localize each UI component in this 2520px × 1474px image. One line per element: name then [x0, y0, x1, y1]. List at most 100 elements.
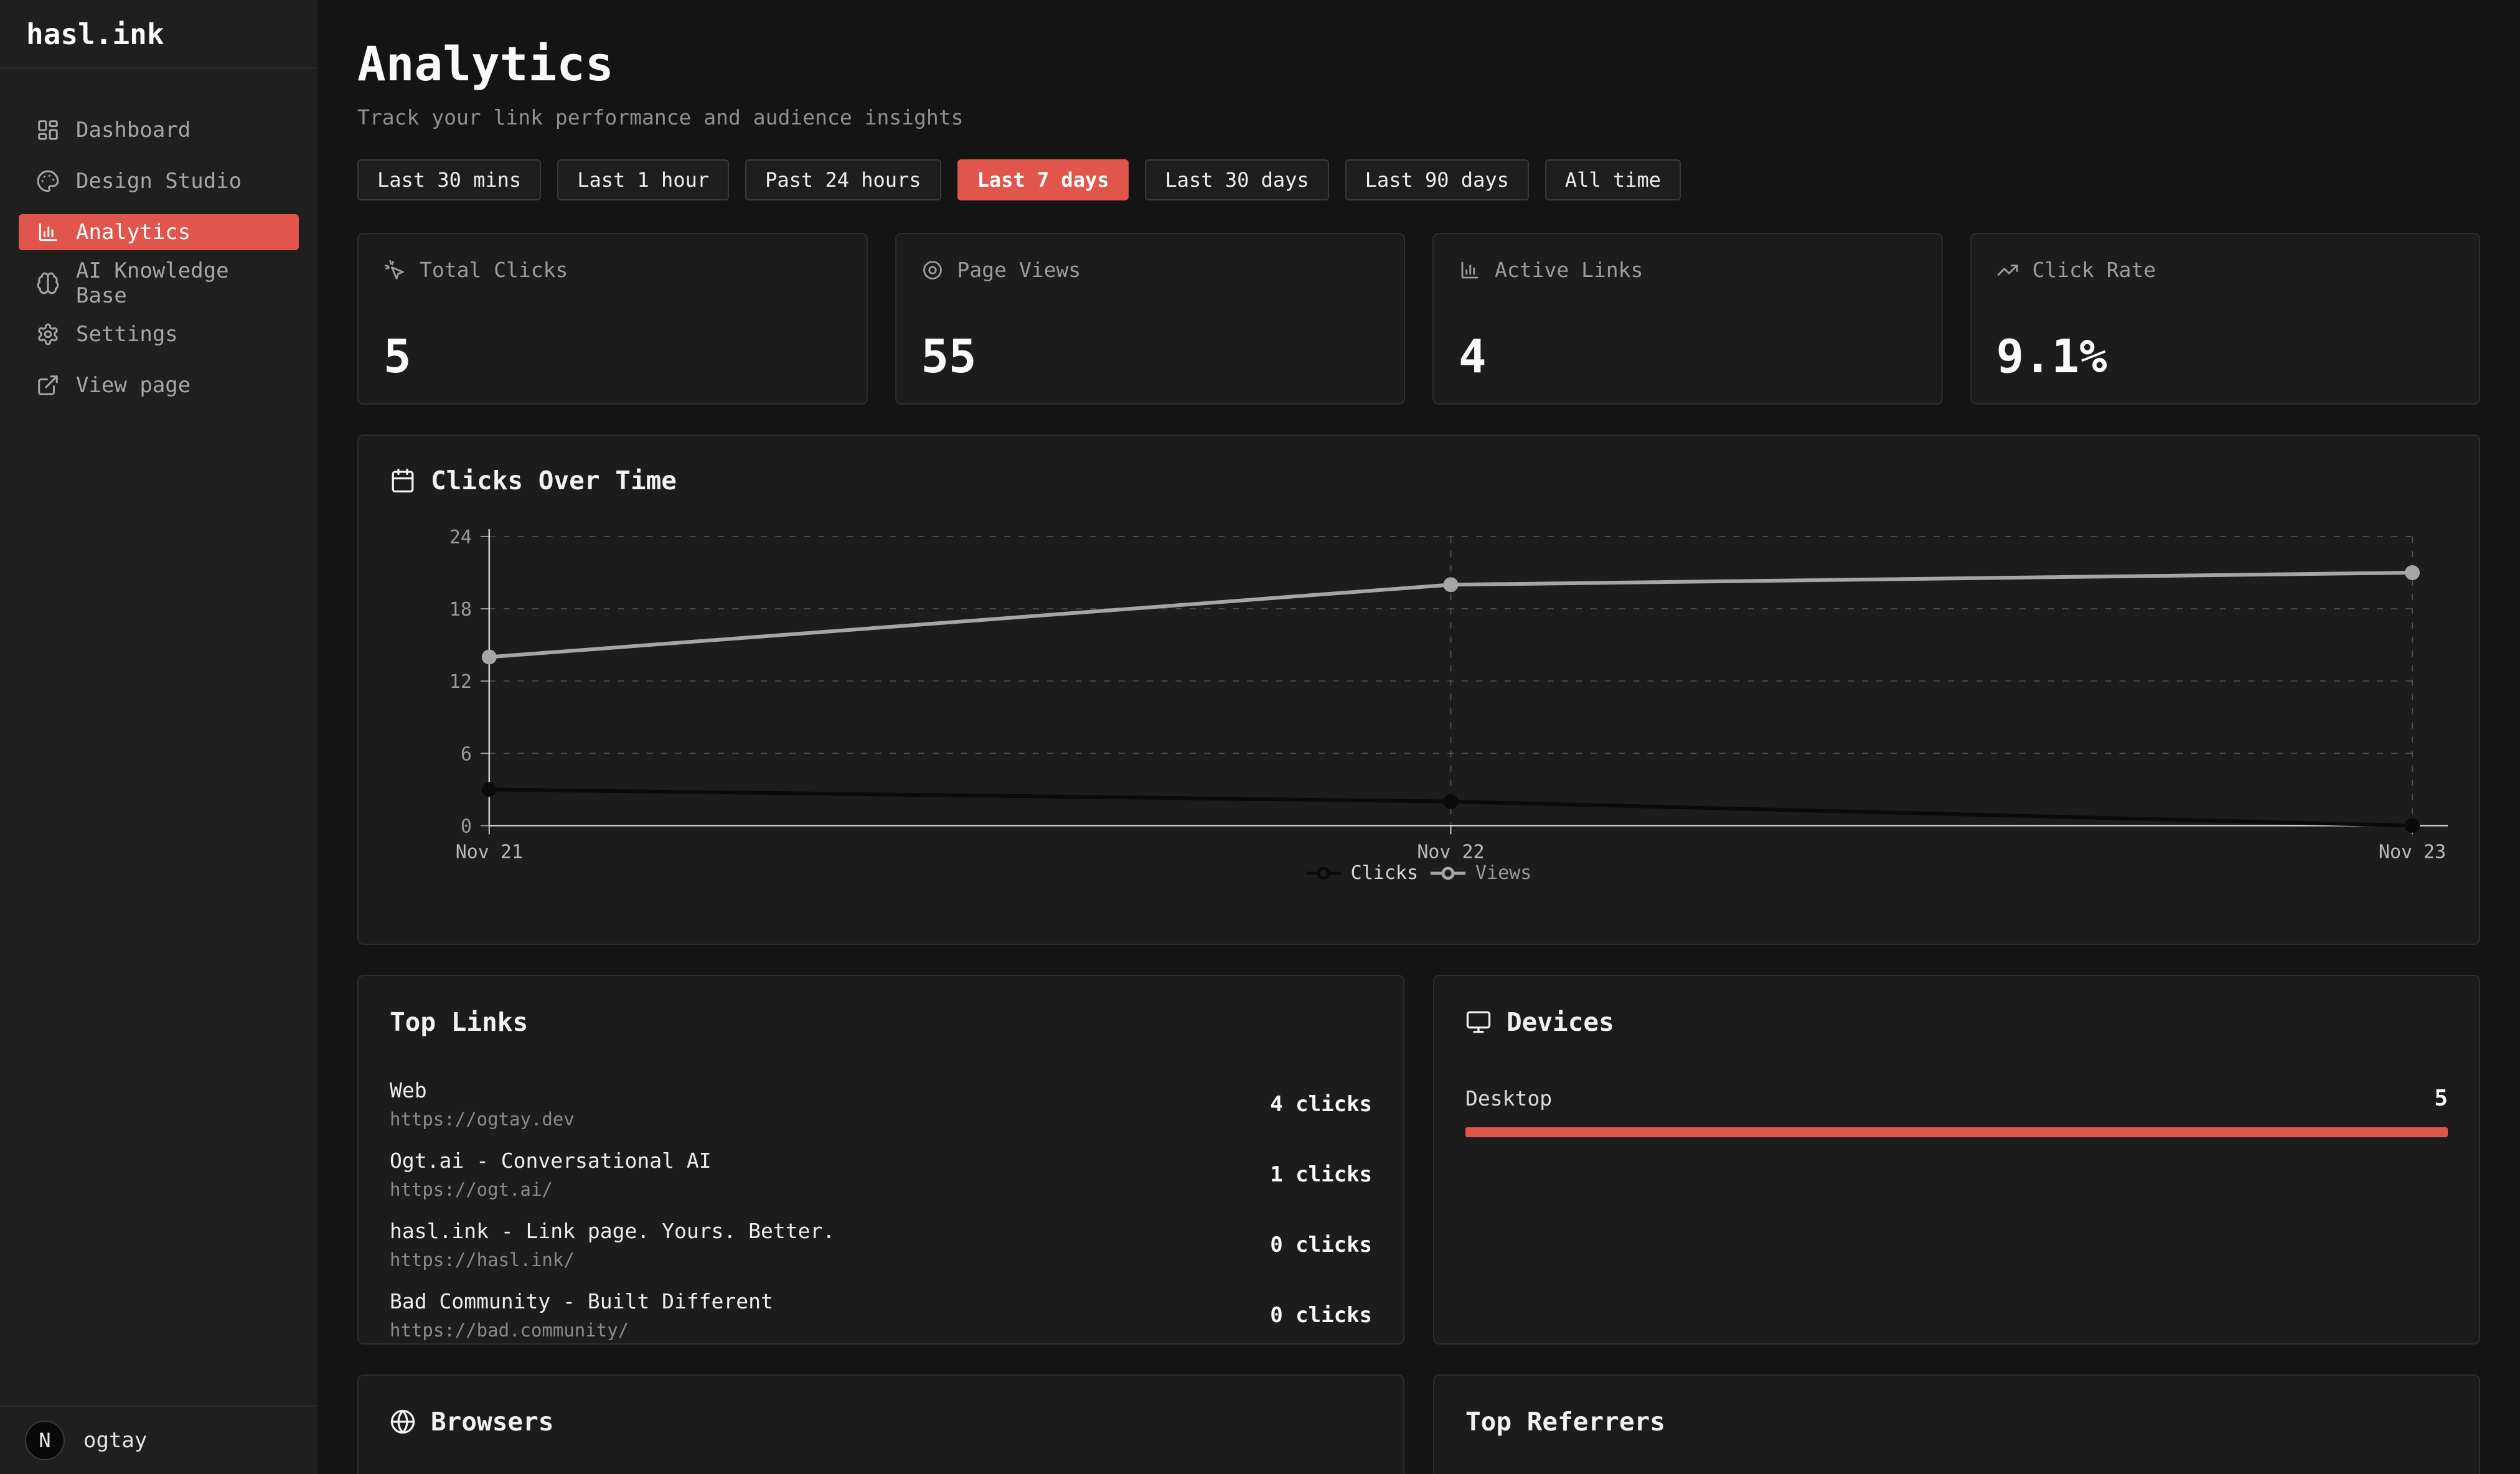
pointer-click-icon [383, 259, 406, 281]
sidebar-item-dashboard[interactable]: Dashboard [19, 112, 299, 148]
chart-card-title: Clicks Over Time [390, 466, 2448, 495]
legend-item-clicks: Clicks [1306, 862, 1418, 884]
stat-card-active-links: Active Links 4 [1432, 233, 1943, 405]
brain-icon [36, 271, 60, 295]
device-label: Desktop [1465, 1086, 1552, 1110]
device-bar-fill [1465, 1127, 2448, 1137]
link-name: Web [390, 1078, 575, 1102]
svg-text:0: 0 [461, 815, 472, 837]
stat-card-total-clicks: Total Clicks 5 [357, 233, 868, 405]
trending-up-icon [1996, 259, 2019, 281]
device-count: 5 [2434, 1086, 2448, 1111]
layout-dashboard-icon [36, 118, 60, 142]
brand-logo: hasl.ink [0, 0, 317, 68]
browsers-title: Browsers [390, 1407, 1372, 1437]
stat-value: 9.1% [1996, 334, 2455, 380]
filter-last-7-days[interactable]: Last 7 days [957, 159, 1129, 200]
svg-text:Nov 21: Nov 21 [456, 841, 523, 860]
stat-card-page-views: Page Views 55 [895, 233, 1406, 405]
filter-last-90-days[interactable]: Last 90 days [1345, 159, 1529, 200]
link-name: Ogt.ai - Conversational AI [390, 1148, 712, 1173]
chart-legend: Clicks Views [390, 862, 2448, 884]
link-clicks-count: 4 clicks [1270, 1092, 1372, 1117]
link-name: hasl.ink - Link page. Yours. Better. [390, 1219, 835, 1243]
top-link-row: Web https://ogtay.dev 4 clicks [390, 1078, 1372, 1130]
sidebar: hasl.ink Dashboard Design Studio Analyti… [0, 0, 317, 1474]
devices-card: Devices Desktop 5 [1433, 975, 2480, 1345]
stat-label: Page Views [957, 258, 1081, 282]
svg-text:24: 24 [449, 527, 472, 548]
devices-list: Desktop 5 [1465, 1086, 2448, 1137]
top-link-row: hasl.ink - Link page. Yours. Better. htt… [390, 1219, 1372, 1270]
stat-label: Active Links [1495, 258, 1643, 282]
device-bar-track [1465, 1127, 2448, 1137]
legend-marker-views [1431, 865, 1465, 881]
filter-last-1-hour[interactable]: Last 1 hour [557, 159, 729, 200]
external-link-icon [36, 373, 60, 397]
filter-past-24-hours[interactable]: Past 24 hours [745, 159, 941, 200]
link-clicks-count: 0 clicks [1270, 1303, 1372, 1328]
link-url: https://ogtay.dev [390, 1109, 575, 1130]
filter-last-30-mins[interactable]: Last 30 mins [357, 159, 541, 200]
sidebar-item-view-page[interactable]: View page [19, 367, 299, 403]
link-clicks-count: 1 clicks [1270, 1162, 1372, 1187]
top-referrers-title: Top Referrers [1465, 1407, 2448, 1437]
stat-value: 5 [383, 334, 842, 380]
user-footer[interactable]: N ogtay [0, 1406, 317, 1474]
page-subtitle: Track your link performance and audience… [357, 105, 2480, 129]
chart-area: 0 6 12 18 24 Nov 21 Nov 22 Nov 23 [390, 512, 2448, 860]
clicks-over-time-card: Clicks Over Time 0 6 12 18 24 Nov 21 Nov 22 Nov… [357, 434, 2480, 945]
user-name: ogtay [83, 1428, 147, 1453]
stat-value: 55 [921, 334, 1380, 380]
clicks-over-time-line-chart: 0 6 12 18 24 Nov 21 Nov 22 Nov 23 [390, 512, 2448, 860]
link-url: https://bad.community/ [390, 1320, 773, 1341]
chart-column-icon [1459, 259, 1481, 281]
stat-label: Total Clicks [420, 258, 568, 282]
link-clicks-count: 0 clicks [1270, 1232, 1372, 1257]
top-links-title: Top Links [390, 1007, 1372, 1037]
sidebar-item-settings[interactable]: Settings [19, 316, 299, 352]
palette-icon [36, 169, 60, 193]
sidebar-item-analytics[interactable]: Analytics [19, 214, 299, 250]
stat-value: 4 [1459, 334, 1917, 380]
top-link-row: Bad Community - Built Different https://… [390, 1289, 1372, 1341]
middle-row: Top Links Web https://ogtay.dev 4 clicks… [357, 975, 2480, 1345]
avatar[interactable]: N [25, 1420, 65, 1460]
browsers-card: Browsers [357, 1374, 1404, 1474]
stat-card-click-rate: Click Rate 9.1% [1970, 233, 2481, 405]
calendar-icon [390, 467, 416, 494]
time-range-filters: Last 30 mins Last 1 hour Past 24 hours Last… [357, 159, 2480, 200]
chart-column-icon [36, 220, 60, 244]
filter-last-30-days[interactable]: Last 30 days [1145, 159, 1328, 200]
svg-text:Nov 22: Nov 22 [1417, 841, 1484, 860]
top-referrers-card: Top Referrers [1433, 1374, 2480, 1474]
bottom-row: Browsers Top Referrers [357, 1374, 2480, 1474]
link-url: https://ogt.ai/ [390, 1179, 712, 1200]
avatar-initial: N [39, 1429, 50, 1452]
top-links-list: Web https://ogtay.dev 4 clicks Ogt.ai - … [390, 1078, 1372, 1341]
svg-text:12: 12 [449, 671, 472, 693]
svg-text:6: 6 [461, 743, 472, 765]
gear-icon [36, 322, 60, 346]
filter-all-time[interactable]: All time [1545, 159, 1681, 200]
device-row: Desktop 5 [1465, 1086, 2448, 1137]
legend-item-views: Views [1431, 862, 1531, 884]
stat-cards: Total Clicks 5 Page Views 55 Active Link… [357, 233, 2480, 405]
svg-text:Nov 23: Nov 23 [2379, 841, 2446, 860]
stat-label: Click Rate [2033, 258, 2156, 282]
sidebar-nav: Dashboard Design Studio Analytics AI Kno… [0, 68, 317, 1406]
link-url: https://hasl.ink/ [390, 1249, 835, 1270]
svg-text:18: 18 [449, 599, 472, 621]
page-title: Analytics [357, 36, 2480, 92]
monitor-icon [1465, 1009, 1492, 1035]
sidebar-item-design-studio[interactable]: Design Studio [19, 163, 299, 199]
top-links-card: Top Links Web https://ogtay.dev 4 clicks… [357, 975, 1404, 1345]
legend-marker-clicks [1306, 865, 1341, 881]
main-content: Analytics Track your link performance an… [317, 0, 2520, 1474]
top-link-row: Ogt.ai - Conversational AI https://ogt.a… [390, 1148, 1372, 1200]
devices-title: Devices [1465, 1007, 2448, 1037]
eye-icon [921, 259, 944, 281]
sidebar-item-ai-knowledge-base[interactable]: AI Knowledge Base [19, 265, 299, 301]
link-name: Bad Community - Built Different [390, 1289, 773, 1313]
globe-icon [390, 1409, 416, 1435]
